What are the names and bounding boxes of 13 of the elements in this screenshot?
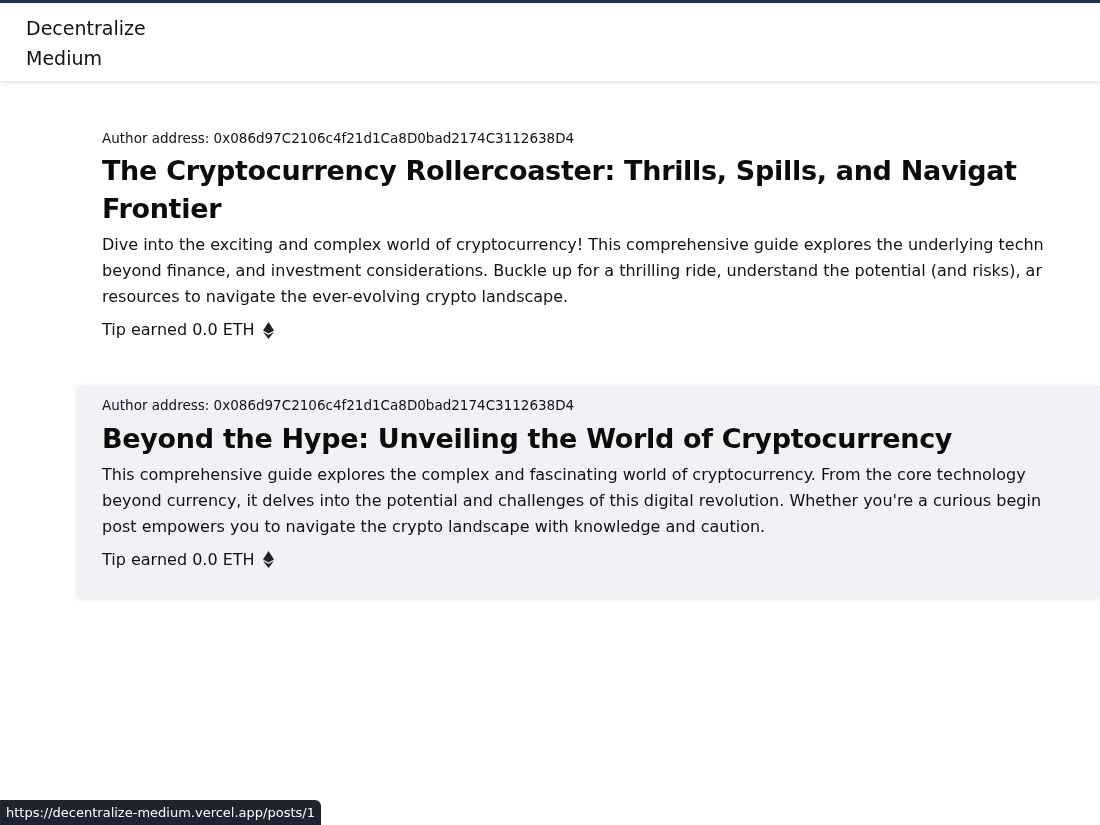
post-card[interactable] — [77, 386, 1100, 598]
tip-earned: Tip earned 0.0 ETH — [102, 548, 255, 571]
tip-earned: Tip earned 0.0 ETH — [102, 319, 255, 342]
post-title: Beyond the Hype: Unveiling the World of Cryptocurrency — [102, 421, 954, 456]
author-address: Author address: 0x086d97C2106c4f21d1Ca8D0bad2174C3112638D4 — [102, 396, 576, 416]
brand-title[interactable]: Decentralize Medium — [26, 13, 1074, 73]
author-address: Author address: 0x086d97C2106c4f21d1Ca8D0bad2174C3112638D4 — [102, 129, 576, 148]
diamond-icon — [262, 551, 274, 568]
post-description: Dive into the exciting and complex world of cryptocurrency! This comprehensive guide explores the underlying techn beyond finance, and investment considerations. Buckle up for a thrilling ride, understand the potential (and risks), ar resources to navigate the ever-evolving crypto landscape. — [102, 234, 1045, 309]
status-url: https://decentralize-medium.vercel.app/posts/1 — [0, 799, 321, 825]
diamond-icon — [262, 321, 274, 339]
post-description: This comprehensive guide explores the complex and fascinating world of cryptocurrency. From the core technology beyond currency, it delves into the potential and challenges of this digital revolution. Whether you're a curious begin post empowers you to navigate the crypto landscape with knowledge and caution. — [102, 463, 1043, 538]
post-title: The Cryptocurrency Rollercoaster: Thrills, Spills, and Navigat Frontier — [102, 154, 1018, 227]
